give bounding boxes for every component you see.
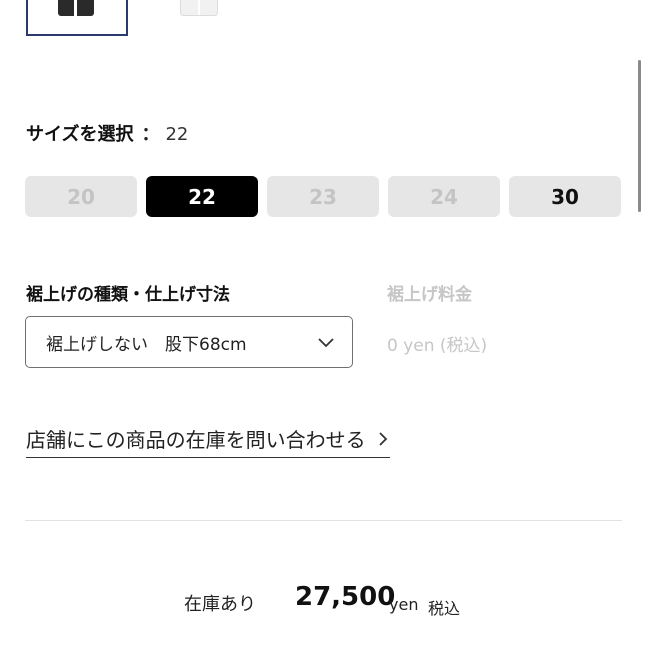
size-selector-colon: ： [141,124,160,145]
size-option-30[interactable]: 30 [509,176,621,217]
hemming-select-value: 裾上げしない 股下68cm [46,334,247,355]
color-thumbnail-white[interactable] [148,0,250,36]
price-currency: yen [389,595,419,614]
selected-size-value: 22 [165,124,189,145]
store-inquiry-label: 店舗にこの商品の在庫を問い合わせる [26,428,366,452]
tax-note: 税込 [428,599,461,618]
store-inventory-inquiry-link[interactable]: 店舗にこの商品の在庫を問い合わせる [26,424,390,458]
size-selector-heading: サイズを選択 ： 22 [26,120,188,146]
hemming-type-heading: 裾上げの種類・仕上げ寸法 [26,285,230,305]
hemming-fee-value: 0 yen (税込) [387,336,488,356]
size-options: 20 22 23 24 30 [25,176,623,217]
scrollbar[interactable] [638,60,641,212]
size-option-23[interactable]: 23 [267,176,379,217]
size-option-24[interactable]: 24 [388,176,500,217]
product-detail-page: サイズを選択： 22 20 22 23 24 30 裾上げの種類・仕上げ寸法 裾上… [0,0,647,647]
section-divider [25,520,622,521]
size-selector-label: サイズを選択 [26,124,134,145]
hemming-fee-heading: 裾上げ料金 [387,285,472,305]
hemming-select[interactable]: 裾上げしない 股下68cm [25,316,353,368]
price-amount: 27,500 [295,582,396,612]
pants-light-image [180,0,218,16]
pants-dark-image [58,0,94,16]
size-option-22[interactable]: 22 [146,176,258,217]
color-thumbnail-black[interactable] [26,0,128,36]
stock-status: 在庫あり [184,594,256,615]
size-option-20[interactable]: 20 [25,176,137,217]
chevron-right-icon [378,431,387,446]
chevron-down-icon [318,338,334,348]
